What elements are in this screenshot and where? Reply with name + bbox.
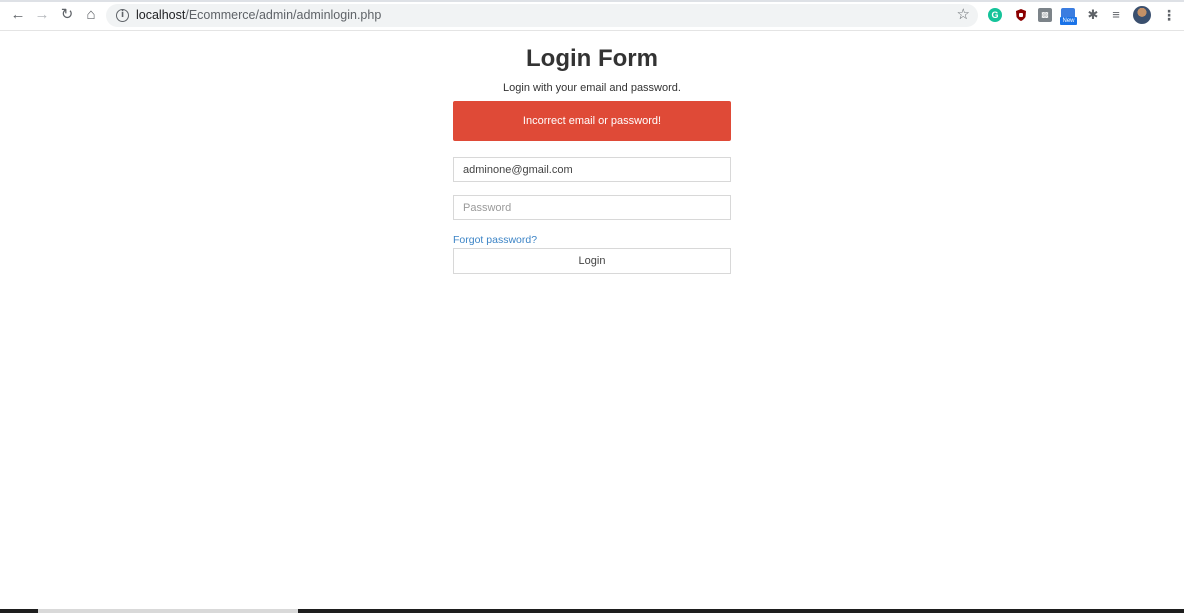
star-icon[interactable]: ☆ [957, 7, 970, 23]
ublock-icon[interactable] [1014, 8, 1028, 22]
profile-avatar[interactable] [1133, 6, 1151, 24]
reload-icon[interactable]: ↻ [58, 7, 76, 23]
password-field[interactable] [453, 195, 731, 220]
extension-box-icon[interactable]: ▩ [1038, 8, 1052, 22]
forgot-password-link[interactable]: Forgot password? [453, 234, 537, 246]
page-title: Login Form [526, 45, 658, 72]
url-path: /Ecommerce/admin/adminlogin.php [185, 8, 382, 22]
puzzle-icon[interactable]: ✱ [1086, 8, 1100, 22]
page-subtitle: Login with your email and password. [503, 82, 681, 94]
home-icon[interactable]: ⌂ [82, 7, 100, 23]
url-host: localhost [136, 8, 186, 22]
browser-toolbar: ← → ↻ ⌂ i localhost/Ecommerce/admin/admi… [0, 0, 1184, 31]
forward-arrow-icon[interactable]: → [33, 7, 51, 23]
url-text[interactable]: localhost/Ecommerce/admin/adminlogin.php [136, 8, 381, 22]
address-bar[interactable]: i localhost/Ecommerce/admin/adminlogin.p… [106, 4, 978, 27]
new-badge: New [1060, 17, 1077, 25]
back-arrow-icon[interactable]: ← [9, 7, 27, 23]
kebab-menu-icon[interactable]: ⋮ [1162, 7, 1176, 23]
login-button[interactable]: Login [453, 248, 731, 274]
tab-strip-edge [0, 0, 1184, 2]
grammarly-icon[interactable]: G [988, 8, 1002, 22]
taskbar-active-item [38, 609, 298, 613]
reading-list-icon[interactable]: ≡ [1109, 8, 1123, 22]
login-form: Login Form Login with your email and pas… [453, 44, 731, 274]
email-field[interactable] [453, 157, 731, 182]
error-alert: Incorrect email or password! [453, 101, 731, 141]
info-icon[interactable]: i [116, 9, 129, 22]
